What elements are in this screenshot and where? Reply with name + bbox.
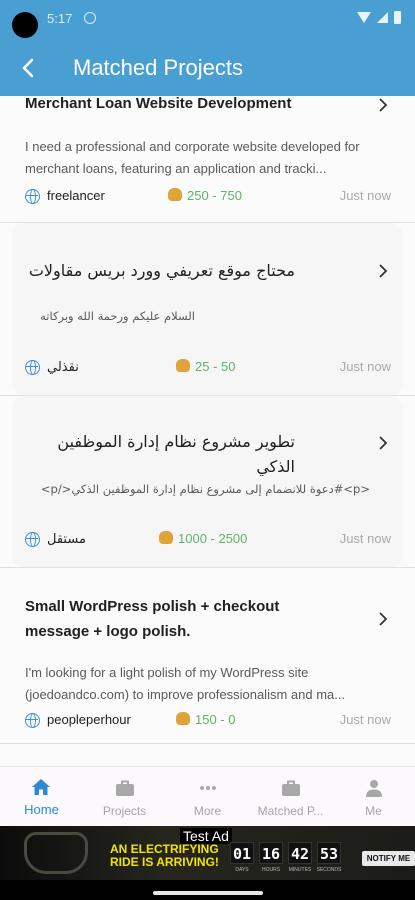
money-bag-icon — [176, 712, 190, 725]
chevron-right-icon — [379, 264, 388, 278]
project-meta: مستقل 1000 - 2500 Just now — [25, 531, 391, 549]
project-budget: 150 - 0 — [176, 712, 235, 727]
project-description: السلام عليكم ورحمة الله وبركاته — [40, 309, 195, 323]
battery-icon — [394, 11, 401, 24]
person-icon — [366, 780, 382, 797]
project-source: نقذلي — [47, 359, 79, 374]
project-meta: peopleperhour 150 - 0 Just now — [25, 712, 391, 730]
nav-home[interactable]: Home — [0, 767, 83, 827]
project-description: <p>#دعوة للانضمام إلى مشروع نظام إدارة ا… — [40, 482, 370, 496]
app-bar: Matched Projects — [0, 40, 415, 96]
project-source: freelancer — [47, 188, 105, 203]
nav-label: Me — [365, 804, 382, 818]
project-card[interactable]: Small WordPress polish + checkout messag… — [0, 568, 415, 744]
nav-label: Matched P... — [257, 804, 324, 818]
project-description: I need a professional and corporate webs… — [25, 139, 360, 176]
posted-time: Just now — [339, 531, 391, 546]
ad-banner[interactable]: Test Ad AN ELECTRIFYING RIDE IS ARRIVING… — [0, 826, 415, 900]
nav-matched-projects[interactable]: Matched P... — [249, 767, 332, 827]
project-budget: 1000 - 2500 — [159, 531, 247, 546]
posted-time: Just now — [339, 712, 391, 727]
project-title: Merchant Loan Website Development — [25, 96, 292, 112]
more-dots-icon — [200, 786, 216, 790]
nav-more[interactable]: More — [166, 767, 249, 827]
nav-label: Home — [24, 802, 59, 817]
gesture-bar[interactable] — [153, 891, 263, 895]
bottom-navigation: Home Projects More Matched P... Me — [0, 766, 415, 826]
project-description: I'm looking for a light polish of my Wor… — [25, 665, 346, 702]
home-icon — [32, 779, 50, 795]
project-card[interactable]: تطوير مشروع نظام إدارة الموظفين الذكي <p… — [0, 396, 415, 568]
status-icons — [357, 11, 401, 24]
ad-vehicle-graphic — [24, 832, 88, 874]
status-bar: 5:17 — [0, 0, 415, 40]
project-card[interactable]: Merchant Loan Website Development I need… — [0, 96, 415, 223]
do-not-disturb-icon — [84, 12, 96, 24]
globe-icon — [25, 532, 40, 547]
countdown-unit: MINUTES — [288, 867, 312, 873]
project-card[interactable]: محتاج موقع تعريفي وورد بريس مقاولات السل… — [0, 223, 415, 396]
nav-label: More — [193, 804, 222, 818]
chevron-right-icon — [379, 436, 388, 450]
countdown-unit: DAYS — [235, 867, 249, 873]
countdown-hours: 16 — [259, 842, 283, 864]
notify-me-button[interactable]: NOTIFY ME — [362, 851, 415, 866]
wifi-icon — [357, 12, 371, 23]
nav-me[interactable]: Me — [332, 767, 415, 827]
nav-projects[interactable]: Projects — [83, 767, 166, 827]
budget-value: 25 - 50 — [195, 359, 236, 374]
project-budget: 25 - 50 — [176, 359, 235, 374]
chevron-right-icon — [379, 612, 388, 626]
posted-time: Just now — [339, 188, 391, 203]
project-card[interactable] — [0, 744, 415, 766]
camera-cutout — [12, 12, 38, 38]
project-budget: 250 - 750 — [168, 188, 242, 203]
project-title: تطوير مشروع نظام إدارة الموظفين الذكي — [57, 432, 295, 476]
globe-icon — [25, 360, 40, 375]
globe-icon — [25, 189, 40, 204]
countdown-seconds: 53 — [317, 842, 341, 864]
budget-value: 150 - 0 — [195, 712, 236, 727]
page-title: Matched Projects — [73, 55, 243, 80]
signal-icon — [377, 12, 388, 23]
countdown-minutes: 42 — [288, 842, 312, 864]
posted-time: Just now — [339, 359, 391, 374]
globe-icon — [25, 713, 40, 728]
budget-value: 250 - 750 — [187, 188, 242, 203]
money-bag-icon — [159, 531, 173, 544]
nav-label: Projects — [102, 804, 147, 818]
status-time: 5:17 — [47, 11, 73, 26]
money-bag-icon — [176, 359, 190, 372]
countdown-unit: HOURS — [261, 867, 281, 873]
briefcase-icon — [282, 780, 300, 796]
countdown-days: 01 — [230, 842, 254, 864]
project-title: محتاج موقع تعريفي وورد بريس مقاولات — [28, 261, 295, 280]
back-arrow-icon[interactable] — [17, 56, 41, 80]
project-title: Small WordPress polish + checkout messag… — [25, 598, 280, 640]
project-source: peopleperhour — [47, 712, 131, 727]
project-source: مستقل — [47, 531, 86, 546]
chevron-right-icon — [379, 98, 388, 112]
countdown-unit: SECONDS — [316, 867, 342, 873]
project-meta: freelancer 250 - 750 Just now — [25, 188, 391, 206]
project-list[interactable]: Merchant Loan Website Development I need… — [0, 96, 415, 766]
project-meta: نقذلي 25 - 50 Just now — [25, 359, 391, 377]
ad-headline: AN ELECTRIFYING RIDE IS ARRIVING! — [110, 842, 219, 869]
budget-value: 1000 - 2500 — [178, 531, 248, 546]
briefcase-icon — [116, 780, 134, 796]
money-bag-icon — [168, 188, 182, 201]
